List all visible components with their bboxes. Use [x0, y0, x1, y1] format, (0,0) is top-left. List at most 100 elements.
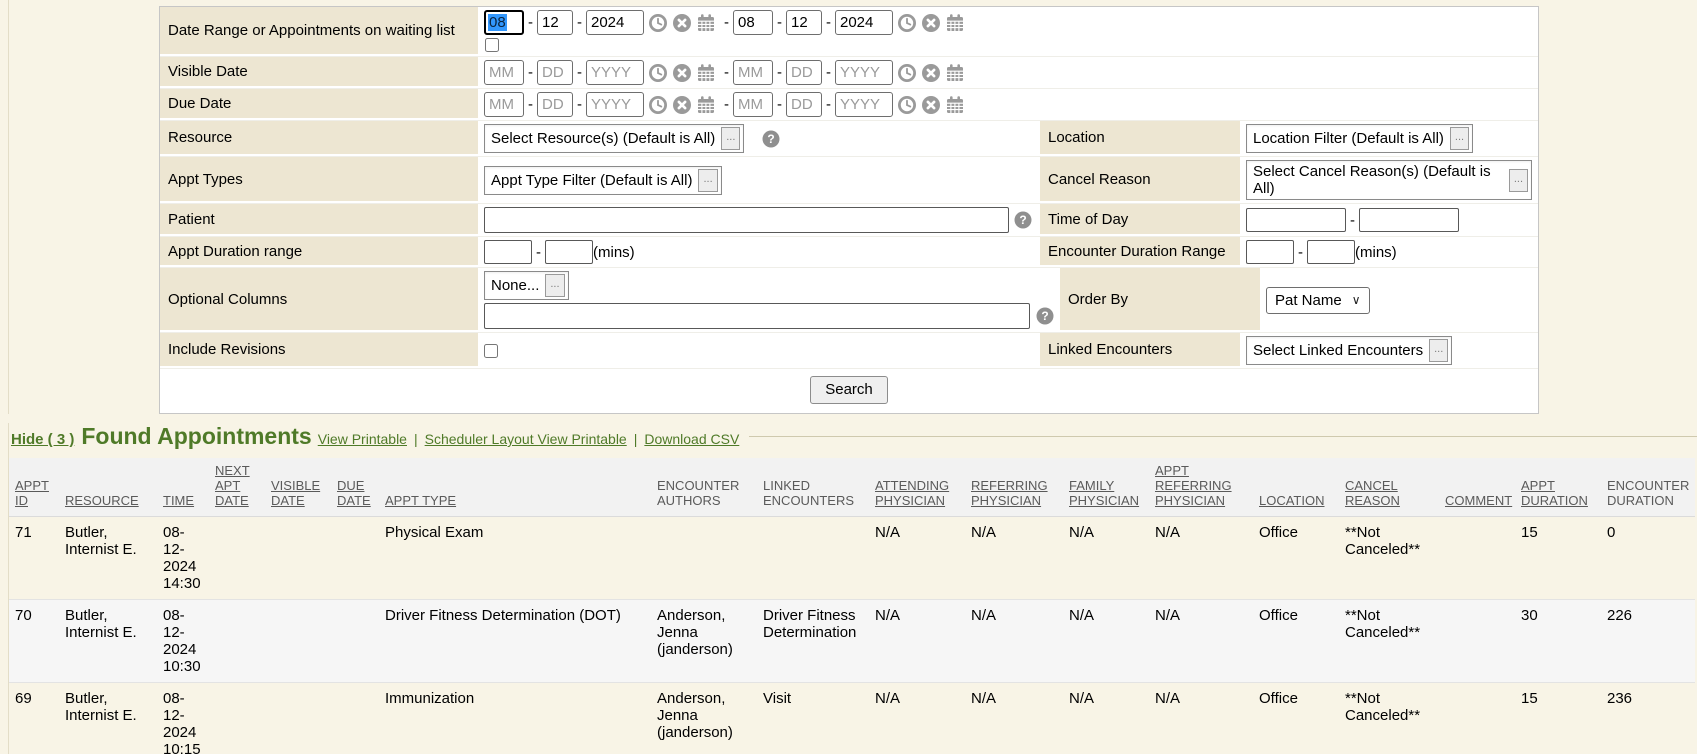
resource-picker[interactable]: Select Resource(s) (Default is All) ... — [484, 124, 744, 153]
hide-results-link[interactable]: Hide ( 3 ) — [11, 431, 74, 448]
month-input[interactable] — [484, 92, 524, 117]
download-csv-link[interactable]: Download CSV — [644, 431, 739, 447]
clear-date-icon[interactable] — [921, 63, 941, 83]
date-to-year-input[interactable] — [835, 10, 893, 35]
column-header-location[interactable]: LOCATION — [1253, 458, 1339, 517]
cancel-reason-picker-text: Select Cancel Reason(s) (Default is All) — [1253, 163, 1503, 197]
column-header-comment[interactable]: COMMENT — [1439, 458, 1515, 517]
search-button[interactable]: Search — [810, 376, 888, 404]
column-header-label[interactable]: APPT ID — [15, 478, 49, 508]
column-header-appt-type[interactable]: APPT TYPE — [379, 458, 651, 517]
clear-date-icon[interactable] — [672, 63, 692, 83]
column-header-appt-referring-physician[interactable]: APPT REFERRING PHYSICIAN — [1149, 458, 1253, 517]
patient-input[interactable] — [484, 207, 1009, 233]
resource-more-button[interactable]: ... — [721, 127, 740, 150]
column-header-label[interactable]: TIME — [163, 493, 194, 508]
time-of-day-end-input[interactable] — [1359, 208, 1459, 232]
clear-date-icon[interactable] — [921, 13, 941, 33]
calendar-icon[interactable] — [945, 95, 965, 115]
column-header-visible-date[interactable]: VISIBLE DATE — [265, 458, 331, 517]
appt-type-more-button[interactable]: ... — [698, 169, 717, 192]
calendar-icon[interactable] — [696, 63, 716, 83]
month-input[interactable] — [484, 60, 524, 85]
clock-icon[interactable] — [648, 63, 668, 83]
column-header-label[interactable]: FAMILY PHYSICIAN — [1069, 478, 1139, 508]
help-icon[interactable]: ? — [762, 130, 780, 148]
column-header-label[interactable]: DUE DATE — [337, 478, 371, 508]
date-to-month-input[interactable] — [733, 10, 773, 35]
column-header-label[interactable]: VISIBLE DATE — [271, 478, 320, 508]
clock-icon[interactable] — [897, 13, 917, 33]
day-input[interactable] — [786, 92, 822, 117]
day-input[interactable] — [786, 60, 822, 85]
column-header-label[interactable]: ATTENDING PHYSICIAN — [875, 478, 949, 508]
clear-date-icon[interactable] — [672, 95, 692, 115]
date-from-year-input[interactable] — [586, 10, 644, 35]
year-input[interactable] — [586, 60, 644, 85]
day-input[interactable] — [537, 92, 573, 117]
encounter-duration-max-input[interactable] — [1307, 240, 1355, 264]
linked-encounters-picker[interactable]: Select Linked Encounters ... — [1246, 336, 1452, 365]
include-revisions-checkbox[interactable] — [484, 344, 498, 358]
column-header-family-physician[interactable]: FAMILY PHYSICIAN — [1063, 458, 1149, 517]
year-input[interactable] — [835, 92, 893, 117]
column-header-resource[interactable]: RESOURCE — [59, 458, 157, 517]
location-more-button[interactable]: ... — [1450, 127, 1469, 150]
optional-columns-picker[interactable]: None... ... — [484, 271, 569, 300]
linked-encounters-more-button[interactable]: ... — [1429, 339, 1448, 362]
column-header-due-date[interactable]: DUE DATE — [331, 458, 379, 517]
waiting-list-checkbox[interactable] — [485, 38, 499, 52]
calendar-icon[interactable] — [696, 13, 716, 33]
due-date-from: - - — [484, 92, 644, 117]
column-header-time[interactable]: TIME — [157, 458, 209, 517]
month-input[interactable] — [733, 60, 773, 85]
encounter-duration-min-input[interactable] — [1246, 240, 1294, 264]
day-input[interactable] — [537, 60, 573, 85]
clear-date-icon[interactable] — [672, 13, 692, 33]
column-header-cancel-reason[interactable]: CANCEL REASON — [1339, 458, 1439, 517]
order-by-select[interactable]: Pat Name ∨ — [1266, 287, 1370, 314]
month-input[interactable] — [733, 92, 773, 117]
clock-icon[interactable] — [897, 95, 917, 115]
year-input[interactable] — [586, 92, 644, 117]
optional-columns-more-button[interactable]: ... — [545, 274, 564, 297]
column-header-label[interactable]: NEXT APT DATE — [215, 463, 250, 508]
location-picker[interactable]: Location Filter (Default is All) ... — [1246, 124, 1473, 153]
column-header-appt-id[interactable]: APPT ID — [9, 458, 59, 517]
appt-duration-max-input[interactable] — [545, 240, 593, 264]
column-header-label[interactable]: RESOURCE — [65, 493, 139, 508]
column-header-referring-physician[interactable]: REFERRING PHYSICIAN — [965, 458, 1063, 517]
cancel-reason-more-button[interactable]: ... — [1509, 169, 1528, 192]
optional-columns-input[interactable] — [484, 303, 1030, 329]
year-input[interactable] — [835, 60, 893, 85]
clock-icon[interactable] — [648, 95, 668, 115]
column-header-label[interactable]: COMMENT — [1445, 493, 1512, 508]
column-header-label[interactable]: LOCATION — [1259, 493, 1325, 508]
date-from-day-input[interactable] — [537, 10, 573, 35]
scheduler-layout-view-printable-link[interactable]: Scheduler Layout View Printable — [425, 431, 627, 447]
date-to-day-input[interactable] — [786, 10, 822, 35]
calendar-icon[interactable] — [945, 13, 965, 33]
clock-icon[interactable] — [648, 13, 668, 33]
calendar-icon[interactable] — [945, 63, 965, 83]
appt-duration-min-input[interactable] — [484, 240, 532, 264]
column-header-appt-duration[interactable]: APPT DURATION — [1515, 458, 1601, 517]
clock-icon[interactable] — [897, 63, 917, 83]
column-header-label[interactable]: APPT TYPE — [385, 493, 456, 508]
help-icon[interactable]: ? — [1014, 211, 1032, 229]
appt-type-picker[interactable]: Appt Type Filter (Default is All) ... — [484, 166, 722, 195]
calendar-icon[interactable] — [696, 95, 716, 115]
view-printable-link[interactable]: View Printable — [318, 431, 407, 447]
column-header-label[interactable]: APPT REFERRING PHYSICIAN — [1155, 463, 1232, 508]
date-from-month-input[interactable]: 08 — [484, 10, 524, 35]
cancel-reason-picker[interactable]: Select Cancel Reason(s) (Default is All)… — [1246, 160, 1532, 200]
column-header-label[interactable]: APPT DURATION — [1521, 478, 1588, 508]
clear-date-icon[interactable] — [921, 95, 941, 115]
help-icon[interactable]: ? — [1036, 307, 1054, 325]
time-of-day-start-input[interactable] — [1246, 208, 1346, 232]
column-header-encounter-duration: ENCOUNTER DURATION — [1601, 458, 1695, 517]
column-header-next-apt-date[interactable]: NEXT APT DATE — [209, 458, 265, 517]
column-header-label[interactable]: CANCEL REASON — [1345, 478, 1400, 508]
column-header-attending-physician[interactable]: ATTENDING PHYSICIAN — [869, 458, 965, 517]
column-header-label[interactable]: REFERRING PHYSICIAN — [971, 478, 1048, 508]
